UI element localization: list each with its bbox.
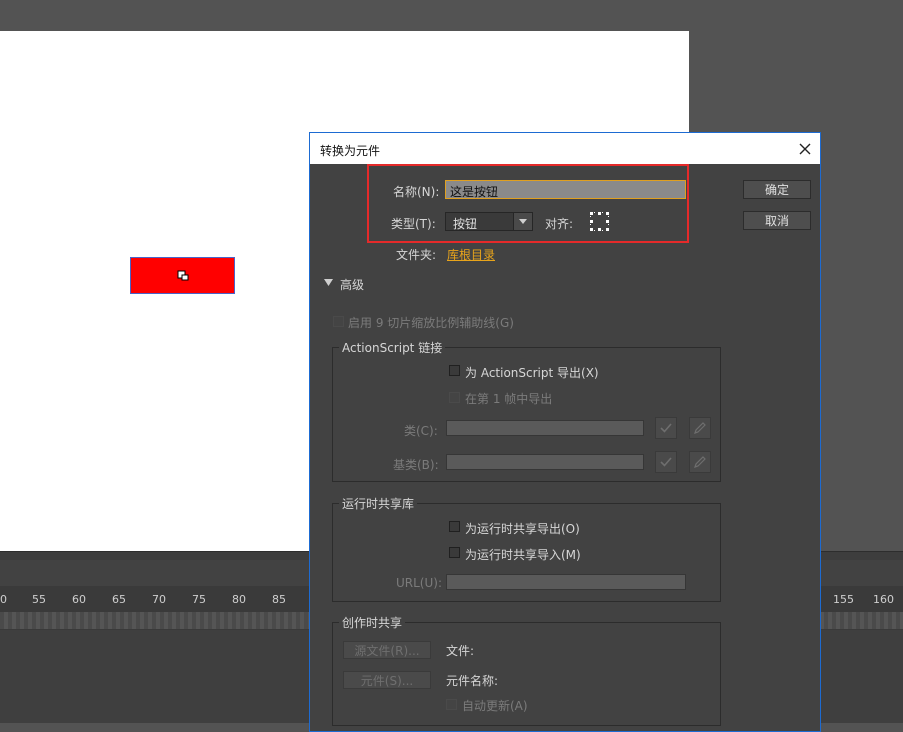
export-runtime-checkbox[interactable] (449, 521, 460, 532)
validate-class-button[interactable] (655, 417, 677, 439)
export-runtime-label: 为运行时共享导出(O) (465, 522, 580, 536)
export-for-actionscript-checkbox[interactable] (449, 365, 460, 376)
checkmark-icon (660, 423, 672, 433)
validate-base-class-button[interactable] (655, 451, 677, 473)
export-frame1-checkbox[interactable] (449, 392, 460, 403)
pencil-icon (694, 456, 706, 468)
runtime-sharing-group-title: 运行时共享库 (339, 495, 418, 512)
base-class-label: 基类(B): (393, 458, 439, 472)
close-icon[interactable] (795, 139, 815, 159)
actionscript-group-title: ActionScript 链接 (339, 339, 446, 356)
export-frame1-label: 在第 1 帧中导出 (465, 392, 553, 406)
authortime-sharing-group-title: 创作时共享 (339, 614, 406, 631)
timeline-tick: 160 (873, 593, 894, 606)
move-cursor-icon (177, 270, 189, 281)
folder-label: 文件夹: (396, 248, 437, 262)
dialog-title: 转换为元件 (320, 144, 381, 158)
file-label: 文件: (446, 644, 475, 658)
auto-update-checkbox[interactable] (446, 699, 457, 710)
timeline-tick: 0 (0, 593, 7, 606)
base-class-input[interactable] (446, 454, 644, 470)
disclosure-triangle-icon[interactable] (324, 279, 333, 287)
import-runtime-label: 为运行时共享导入(M) (465, 548, 581, 562)
pencil-icon (694, 422, 706, 434)
edit-class-button[interactable] (689, 417, 711, 439)
symbol-name-label: 元件名称: (446, 674, 499, 688)
class-input[interactable] (446, 420, 644, 436)
timeline-tick: 85 (272, 593, 286, 606)
export-for-actionscript-label: 为 ActionScript 导出(X) (465, 366, 599, 380)
dialog-titlebar[interactable]: 转换为元件 (310, 133, 820, 164)
ok-button[interactable]: 确定 (743, 180, 811, 199)
advanced-toggle[interactable]: 高级 (340, 276, 364, 293)
enable-9slice-label: 启用 9 切片缩放比例辅助线(G) (348, 316, 514, 330)
timeline-tick: 70 (152, 593, 166, 606)
timeline-tick: 75 (192, 593, 206, 606)
timeline-tick: 65 (112, 593, 126, 606)
edit-base-class-button[interactable] (689, 451, 711, 473)
timeline-tick: 60 (72, 593, 86, 606)
symbol-button[interactable]: 元件(S)... (343, 671, 431, 689)
folder-link[interactable]: 库根目录 (447, 246, 495, 263)
url-label: URL(U): (396, 576, 442, 590)
import-runtime-checkbox[interactable] (449, 547, 460, 558)
cancel-button[interactable]: 取消 (743, 211, 811, 230)
enable-9slice-checkbox[interactable] (333, 316, 344, 327)
url-input[interactable] (446, 574, 686, 590)
source-file-button[interactable]: 源文件(R)... (343, 641, 431, 659)
auto-update-label: 自动更新(A) (462, 699, 528, 713)
timeline-tick: 155 (833, 593, 854, 606)
checkmark-icon (660, 457, 672, 467)
timeline-tick: 55 (32, 593, 46, 606)
class-label: 类(C): (404, 424, 438, 438)
highlight-annotation (367, 164, 689, 243)
timeline-tick: 80 (232, 593, 246, 606)
